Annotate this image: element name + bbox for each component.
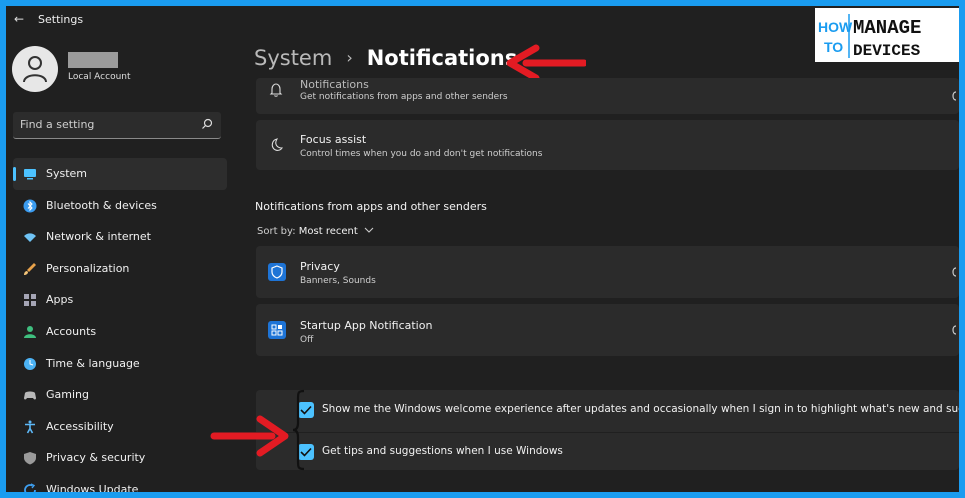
card-title: Focus assist [300, 133, 367, 146]
startup-app-icon [268, 321, 286, 339]
logo-word-manage: MANAGE [853, 17, 921, 39]
app-card-privacy[interactable]: Privacy Banners, Sounds [256, 246, 959, 298]
sidebar: Local Account Find a setting System Bluet… [6, 32, 228, 492]
sort-label: Sort by: [257, 226, 296, 237]
app-card-startup[interactable]: Startup App Notification Off [256, 304, 959, 356]
accessibility-icon [25, 420, 35, 434]
sidebar-item-personalization[interactable]: Personalization [13, 253, 227, 285]
card-subtitle: Get notifications from apps and other se… [300, 92, 508, 102]
sort-value: Most recent [298, 226, 358, 237]
wifi-icon [24, 233, 36, 243]
account-type: Local Account [68, 72, 131, 82]
sidebar-item-label: Windows Update [46, 482, 139, 492]
sidebar-item-label: Accessibility [46, 419, 114, 433]
back-arrow-icon[interactable]: ← [14, 12, 24, 26]
shield-icon [24, 452, 36, 465]
sort-dropdown[interactable]: Sort by: Most recent [257, 226, 374, 237]
sidebar-item-label: Apps [46, 293, 74, 307]
person-avatar-icon [23, 56, 47, 83]
bell-icon [269, 83, 283, 97]
sidebar-item-label: Network & internet [46, 230, 151, 244]
toggle-edge-icon[interactable] [951, 325, 957, 335]
page-title: Notifications [366, 46, 518, 70]
section-heading: Notifications from apps and other sender… [255, 200, 487, 213]
toggle-edge-icon[interactable] [951, 91, 957, 101]
sidebar-item-label: Gaming [46, 388, 89, 402]
user-name-redacted [68, 52, 118, 68]
update-icon [24, 483, 36, 492]
sidebar-item-accessibility[interactable]: Accessibility [13, 411, 227, 443]
logo-word-devices: DEVICES [853, 42, 921, 60]
search-input[interactable]: Find a setting [13, 112, 221, 139]
person-icon [24, 325, 36, 338]
annotation-arrow-icon [506, 44, 586, 82]
apps-icon [24, 294, 36, 307]
tips-options-card: Show me the Windows welcome experience a… [256, 390, 959, 470]
sidebar-item-bluetooth-devices[interactable]: Bluetooth & devices [13, 190, 227, 222]
search-placeholder: Find a setting [20, 118, 95, 131]
toggle-edge-icon[interactable] [951, 267, 957, 277]
sidebar-item-label: Privacy & security [46, 451, 146, 465]
card-subtitle: Banners, Sounds [300, 276, 376, 286]
logo-word-to: TO [824, 39, 843, 55]
avatar[interactable] [12, 46, 58, 92]
sidebar-item-network-internet[interactable]: Network & internet [13, 221, 227, 253]
sidebar-item-accounts[interactable]: Accounts [13, 316, 227, 348]
breadcrumb-parent[interactable]: System [254, 46, 332, 70]
card-subtitle: Control times when you do and don't get … [300, 149, 543, 159]
shield-icon [268, 263, 286, 281]
sidebar-item-gaming[interactable]: Gaming [13, 379, 227, 411]
sidebar-item-system[interactable]: System [13, 158, 227, 190]
checkbox-label: Show me the Windows welcome experience a… [322, 403, 959, 415]
bluetooth-icon [23, 199, 37, 213]
annotation-brace-icon [292, 389, 305, 471]
divider [256, 432, 959, 433]
sidebar-item-privacy-security[interactable]: Privacy & security [13, 442, 227, 474]
window-title: Settings [38, 13, 84, 26]
logo-word-how: HOW [818, 19, 853, 35]
card-title: Notifications [300, 78, 369, 91]
card-title: Startup App Notification [300, 319, 433, 332]
brush-icon [24, 262, 36, 275]
annotation-arrow-icon [210, 415, 289, 457]
sidebar-item-label: Personalization [46, 261, 130, 275]
nav-list: System Bluetooth & devices Network & inter… [13, 158, 227, 492]
card-subtitle: Off [300, 335, 314, 345]
sidebar-item-windows-update[interactable]: Windows Update [13, 474, 227, 492]
focus-assist-card[interactable]: Focus assist Control times when you do a… [256, 120, 959, 170]
sidebar-item-time-language[interactable]: Time & language [13, 348, 227, 380]
controller-icon [24, 391, 36, 400]
card-title: Privacy [300, 260, 340, 273]
globe-clock-icon [24, 357, 36, 370]
how-to-manage-devices-logo: HOW TO MANAGE DEVICES [815, 8, 959, 62]
breadcrumb: System › Notifications [254, 46, 517, 70]
monitor-icon [24, 169, 36, 180]
notifications-card[interactable]: Notifications Get notifications from app… [256, 78, 959, 114]
chevron-down-icon [364, 227, 374, 233]
sidebar-item-label: Time & language [46, 356, 140, 370]
sidebar-item-label: System [46, 167, 88, 180]
breadcrumb-separator: › [346, 48, 353, 67]
settings-window: ← Settings Local Account Find a setting … [6, 6, 959, 492]
sidebar-item-apps[interactable]: Apps [13, 284, 227, 316]
search-icon [202, 118, 213, 129]
sidebar-item-label: Accounts [46, 324, 97, 338]
checkbox-label: Get tips and suggestions when I use Wind… [322, 445, 563, 457]
moon-icon [271, 138, 284, 151]
sidebar-item-label: Bluetooth & devices [46, 198, 157, 212]
